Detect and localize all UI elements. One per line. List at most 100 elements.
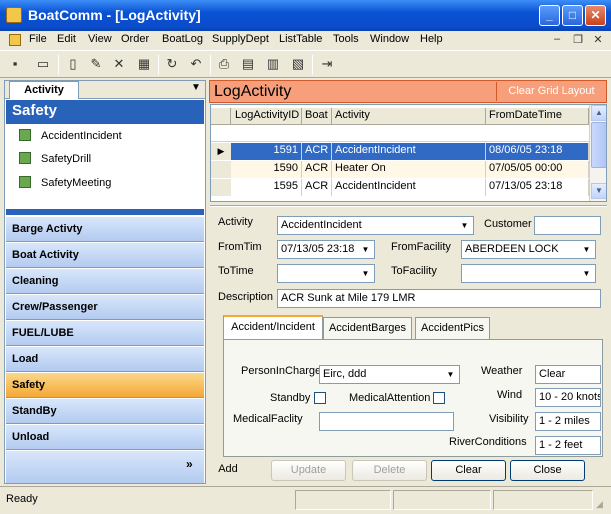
maximize-button[interactable]: □ bbox=[562, 5, 583, 26]
clear-button[interactable]: Clear bbox=[431, 460, 506, 481]
chevron-down-icon[interactable]: » bbox=[186, 457, 193, 471]
dropdown-arrow-icon[interactable]: ▼ bbox=[358, 266, 373, 281]
close-window-button[interactable]: ✕ bbox=[585, 5, 606, 26]
dropdown-arrow-icon[interactable]: ▼ bbox=[443, 367, 458, 382]
wind-field[interactable]: 10 - 20 knots bbox=[535, 388, 601, 407]
nav-unload[interactable]: Unload bbox=[6, 425, 204, 450]
scroll-down-icon[interactable]: ▼ bbox=[591, 183, 606, 199]
visibility-field[interactable]: 1 - 2 miles bbox=[535, 412, 601, 431]
nav-cleaning[interactable]: Cleaning bbox=[6, 269, 204, 294]
report-icon[interactable]: ▥ bbox=[262, 55, 284, 75]
nav-standby[interactable]: StandBy bbox=[6, 399, 204, 424]
form-splitter[interactable] bbox=[210, 205, 607, 207]
column-header-boat[interactable]: Boat bbox=[302, 108, 332, 125]
clear-grid-layout-button[interactable]: Clear Grid Layout bbox=[496, 82, 606, 101]
nav-fuel-lube[interactable]: FUEL/LUBE bbox=[6, 321, 204, 346]
tofacility-combo[interactable]: ▼ bbox=[461, 264, 596, 283]
menu-order[interactable]: Order bbox=[121, 33, 149, 45]
mdi-restore-icon[interactable]: ❐ bbox=[571, 33, 585, 46]
table-row[interactable]: 1590 ACR Heater On 07/05/05 00:00 bbox=[231, 161, 589, 178]
fromfacility-combo[interactable]: ABERDEEN LOCK ▼ bbox=[461, 240, 596, 259]
medicalfacility-field[interactable] bbox=[319, 412, 454, 431]
grid-scrollbar[interactable]: ▲ ▼ bbox=[589, 105, 606, 201]
nav-barge-activity[interactable]: Barge Activty bbox=[6, 217, 204, 242]
description-field[interactable]: ACR Sunk at Mile 179 LMR bbox=[277, 289, 601, 308]
medicalattention-checkbox[interactable] bbox=[433, 392, 445, 404]
scroll-thumb[interactable] bbox=[591, 122, 606, 168]
column-header-fromdatetime[interactable]: FromDateTime bbox=[486, 108, 589, 125]
table-row[interactable]: 1591 ACR AccidentIncident 08/06/05 23:18 bbox=[231, 143, 589, 160]
close-button[interactable]: Close bbox=[510, 460, 585, 481]
tab-activity[interactable]: Activity bbox=[9, 81, 79, 99]
nav-safety[interactable]: Safety bbox=[6, 373, 204, 398]
excel-export-icon[interactable]: ▤ bbox=[237, 55, 259, 75]
menu-help[interactable]: Help bbox=[420, 33, 443, 45]
blank-row bbox=[211, 125, 589, 142]
menu-tools[interactable]: Tools bbox=[333, 33, 359, 45]
tree-item-safetymeeting[interactable]: SafetyMeeting bbox=[19, 176, 111, 194]
delete-icon[interactable]: ✕ bbox=[108, 55, 130, 75]
tab-accident-barges[interactable]: AccidentBarges bbox=[323, 317, 412, 339]
status-text: Ready bbox=[6, 493, 38, 505]
riverconditions-field[interactable]: 1 - 2 feet bbox=[535, 436, 601, 455]
nav-load[interactable]: Load bbox=[6, 347, 204, 372]
menu-boatlog[interactable]: BoatLog bbox=[162, 33, 203, 45]
undo-icon[interactable]: ↶ bbox=[185, 55, 207, 75]
nav-crew-passenger[interactable]: Crew/Passenger bbox=[6, 295, 204, 320]
menu-view[interactable]: View bbox=[88, 33, 112, 45]
totime-picker[interactable]: ▼ bbox=[277, 264, 375, 283]
mdi-child-icon[interactable] bbox=[9, 34, 21, 46]
menu-window[interactable]: Window bbox=[370, 33, 409, 45]
update-button[interactable]: Update bbox=[271, 460, 346, 481]
refresh-icon[interactable]: ↻ bbox=[161, 55, 183, 75]
dropdown-arrow-icon[interactable]: ▼ bbox=[579, 266, 594, 281]
weather-field[interactable]: Clear bbox=[535, 365, 601, 384]
menu-file[interactable]: File bbox=[29, 33, 47, 45]
customer-field[interactable] bbox=[534, 216, 601, 235]
tree-item-accidentincident[interactable]: AccidentIncident bbox=[19, 129, 122, 147]
edit-document-icon[interactable]: ✎ bbox=[85, 55, 107, 75]
menu-supplydept[interactable]: SupplyDept bbox=[212, 33, 269, 45]
row-header bbox=[211, 161, 231, 178]
toolbar-separator bbox=[158, 55, 159, 75]
print-icon[interactable]: ⎙ bbox=[213, 55, 235, 75]
menu-edit[interactable]: Edit bbox=[57, 33, 76, 45]
personincharge-combo[interactable]: Eirc, ddd ▼ bbox=[319, 365, 460, 384]
save-icon[interactable]: ▪ bbox=[4, 55, 26, 75]
new-document-icon[interactable]: ▯ bbox=[62, 55, 84, 75]
tab-accident-pics[interactable]: AccidentPics bbox=[415, 317, 490, 339]
category-header: Safety bbox=[6, 100, 204, 124]
tree-item-safetydrill[interactable]: SafetyDrill bbox=[19, 152, 91, 170]
delete-button[interactable]: Delete bbox=[352, 460, 427, 481]
add-button[interactable]: Add bbox=[209, 460, 247, 481]
title-bar[interactable]: BoatComm - [LogActivity] _ □ ✕ bbox=[0, 0, 611, 31]
column-header-activity[interactable]: Activity bbox=[332, 108, 486, 125]
dropdown-arrow-icon[interactable]: ▼ bbox=[579, 242, 594, 257]
dropdown-arrow-icon[interactable]: ▼ bbox=[457, 218, 472, 233]
scroll-up-icon[interactable]: ▲ bbox=[591, 105, 606, 121]
column-header-logactivityid[interactable]: LogActivityID bbox=[231, 108, 302, 125]
dropdown-arrow-icon[interactable]: ▼ bbox=[358, 242, 373, 257]
tab-dropdown-icon[interactable]: ▼ bbox=[191, 82, 201, 93]
activity-panel: Activity ▼ Safety AccidentIncident Safet… bbox=[4, 80, 206, 484]
report-export-icon[interactable]: ▧ bbox=[287, 55, 309, 75]
log-header: LogActivity Clear Grid Layout bbox=[209, 80, 607, 103]
mdi-minimize-icon[interactable]: – bbox=[550, 33, 564, 45]
panel-splitter[interactable] bbox=[6, 209, 204, 215]
open-folder-icon[interactable]: ▭ bbox=[32, 55, 54, 75]
minimize-button[interactable]: _ bbox=[539, 5, 560, 26]
app-icon[interactable] bbox=[6, 7, 22, 23]
mdi-close-icon[interactable]: ✕ bbox=[591, 33, 605, 46]
resize-grip-icon[interactable]: ◢ bbox=[596, 499, 603, 510]
tab-accident-incident[interactable]: Accident/Incident bbox=[223, 315, 323, 339]
table-row[interactable]: 1595 ACR AccidentIncident 07/13/05 23:18 bbox=[231, 179, 589, 196]
menu-listtable[interactable]: ListTable bbox=[279, 33, 322, 45]
activity-combo[interactable]: AccidentIncident ▼ bbox=[277, 216, 474, 235]
standby-checkbox[interactable] bbox=[314, 392, 326, 404]
properties-icon[interactable]: ▦ bbox=[133, 55, 155, 75]
nav-boat-activity[interactable]: Boat Activity bbox=[6, 243, 204, 268]
riverconditions-label: RiverConditions bbox=[449, 436, 527, 448]
fromtim-picker[interactable]: 07/13/05 23:18 ▼ bbox=[277, 240, 375, 259]
visibility-label: Visibility bbox=[489, 413, 529, 425]
exit-icon[interactable]: ⇥ bbox=[316, 55, 338, 75]
